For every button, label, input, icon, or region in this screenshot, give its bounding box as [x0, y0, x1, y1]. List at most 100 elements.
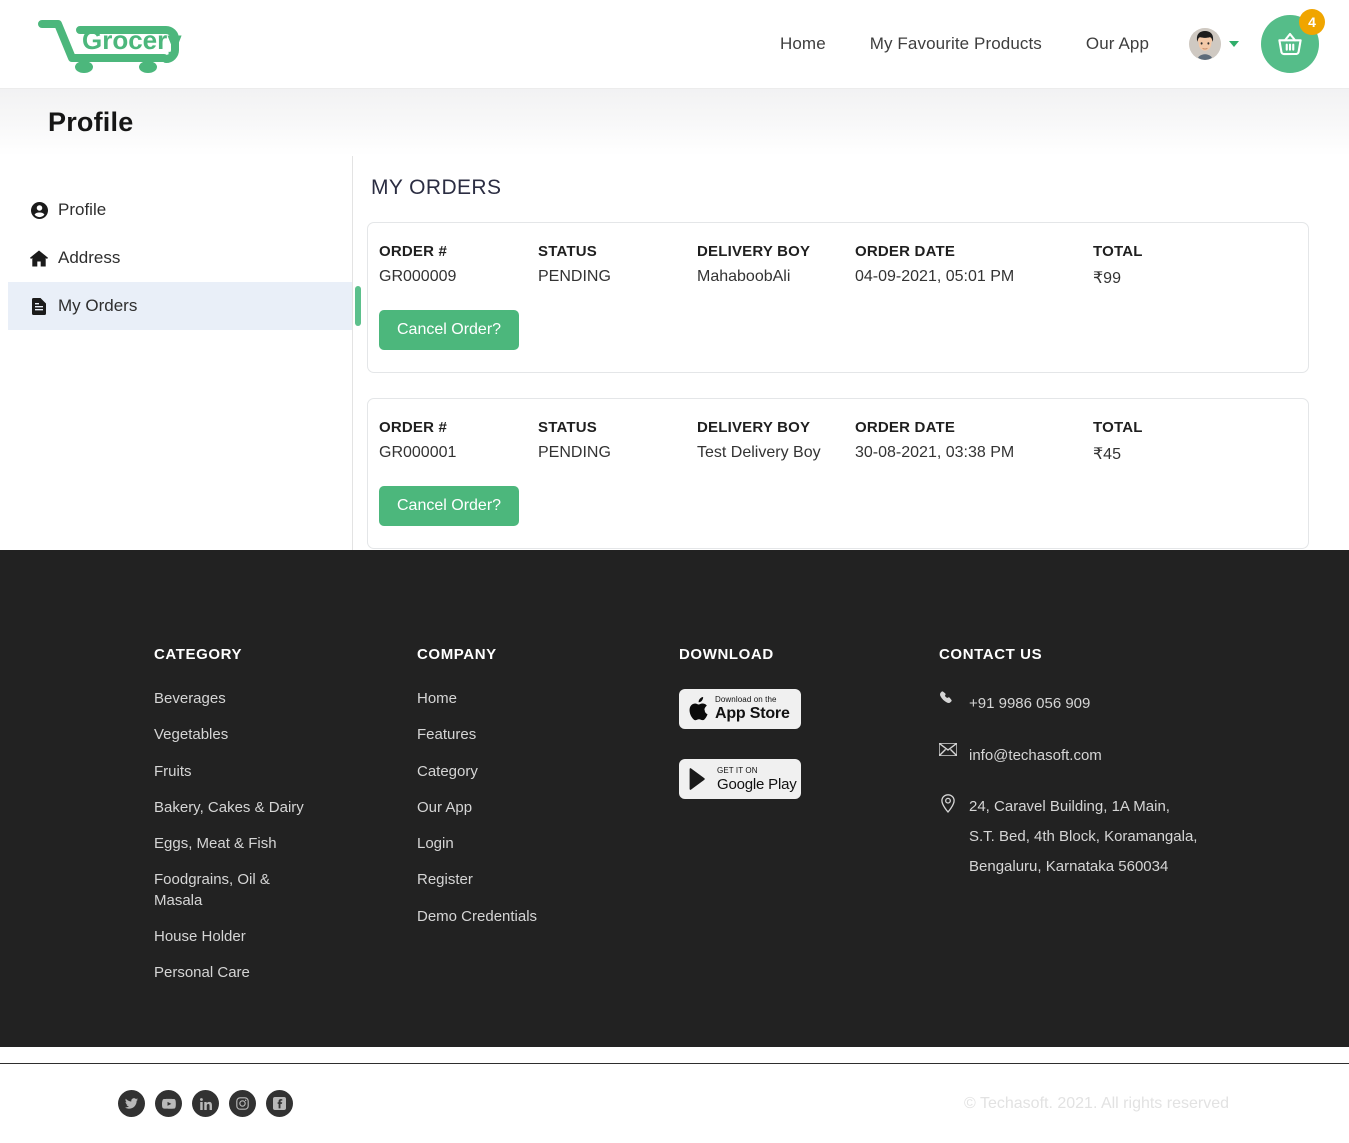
footer-link-vegetables[interactable]: Vegetables: [154, 725, 417, 745]
sidebar-item-profile[interactable]: Profile: [8, 186, 352, 234]
status-value: PENDING: [538, 444, 611, 461]
avatar: [1189, 28, 1221, 60]
google-play-badge-big-text: Google Play: [717, 775, 797, 793]
instagram-icon[interactable]: [229, 1090, 256, 1118]
nav-item-home[interactable]: Home: [758, 34, 848, 54]
main-content: Profile Address My Orders MY ORDERS ORDE…: [0, 156, 1349, 550]
contact-address-value: 24, Caravel Building, 1A Main, S.T. Bed,…: [969, 792, 1197, 881]
address-line-2: S.T. Bed, 4th Block, Koramangala,: [969, 828, 1198, 846]
footer-heading-download: DOWNLOAD: [679, 646, 774, 663]
app-store-badge-big-text: App Store: [715, 705, 790, 722]
footer-bottom-bar: © Techasoft. 2021. All rights reserved: [0, 1063, 1349, 1143]
footer-link-register[interactable]: Register: [417, 870, 679, 890]
contact-email-row[interactable]: info@techasoft.com: [939, 741, 1299, 771]
app-store-badge-small-text: Download on the: [715, 695, 777, 704]
social-links: [118, 1090, 293, 1118]
footer-link-personal-care[interactable]: Personal Care: [154, 963, 417, 983]
column-header-order-no: ORDER #: [379, 419, 448, 436]
cart-count-badge: 4: [1299, 9, 1325, 35]
footer-company-column: COMPANY Home Features Category Our App L…: [417, 646, 679, 999]
facebook-icon[interactable]: [266, 1090, 293, 1118]
top-navbar: Grocery Home My Favourite Products Our A…: [0, 0, 1349, 88]
chevron-down-icon[interactable]: [1229, 41, 1239, 47]
footer-link-house-holder[interactable]: House Holder: [154, 927, 417, 947]
footer-link-demo-credentials[interactable]: Demo Credentials: [417, 907, 679, 927]
delivery-boy-value: Test Delivery Boy: [697, 444, 821, 461]
footer-link-fruits[interactable]: Fruits: [154, 762, 417, 782]
column-header-status: STATUS: [538, 419, 597, 436]
order-date-value: 30-08-2021, 03:38 PM: [855, 444, 1015, 461]
footer-link-category[interactable]: Category: [417, 762, 679, 782]
file-text-icon: [30, 297, 48, 315]
total-value: ₹45: [1093, 446, 1121, 463]
nav-item-our-app[interactable]: Our App: [1064, 34, 1171, 54]
cancel-order-button[interactable]: Cancel Order?: [379, 486, 520, 526]
footer-link-our-app[interactable]: Our App: [417, 798, 679, 818]
location-pin-icon: [939, 792, 957, 814]
column-header-status: STATUS: [538, 243, 597, 260]
column-header-order-date: ORDER DATE: [855, 243, 956, 260]
footer-heading-contact: CONTACT US: [939, 646, 1043, 663]
footer-contact-column: CONTACT US +91 9986 056 909 info@techaso…: [939, 646, 1299, 999]
user-circle-icon: [30, 201, 48, 219]
user-menu[interactable]: [1171, 28, 1239, 60]
column-header-delivery-boy: DELIVERY BOY: [697, 419, 811, 436]
footer-download-column: DOWNLOAD Download on the App Store GET I…: [679, 646, 939, 999]
cart-button[interactable]: 4: [1261, 9, 1325, 73]
order-date-value: 04-09-2021, 05:01 PM: [855, 268, 1015, 285]
grocery-cart-logo-icon: Grocery: [38, 20, 182, 73]
order-no-value: GR000009: [379, 268, 457, 285]
column-header-order-no: ORDER #: [379, 243, 448, 260]
contact-email-value: info@techasoft.com: [969, 746, 1102, 764]
profile-sidebar: Profile Address My Orders: [0, 156, 361, 550]
footer-heading-category: CATEGORY: [154, 646, 243, 663]
google-play-badge-small-text: GET IT ON: [717, 765, 758, 775]
sidebar-item-label: My Orders: [58, 296, 138, 315]
apple-logo-icon: [689, 697, 708, 721]
column-header-total: TOTAL: [1093, 243, 1143, 260]
cancel-order-button[interactable]: Cancel Order?: [379, 310, 520, 350]
site-logo[interactable]: Grocery: [36, 14, 194, 74]
contact-phone-row[interactable]: +91 9986 056 909: [939, 689, 1299, 719]
shopping-basket-icon: [1278, 32, 1302, 56]
page-title: Profile: [48, 107, 134, 137]
footer-link-features[interactable]: Features: [417, 725, 679, 745]
site-footer: CATEGORY Beverages Vegetables Fruits Bak…: [0, 550, 1349, 1118]
footer-link-beverages[interactable]: Beverages: [154, 689, 417, 709]
sidebar-item-label: Profile: [58, 200, 107, 219]
footer-link-bakery-cakes-dairy[interactable]: Bakery, Cakes & Dairy: [154, 798, 417, 818]
sidebar-item-my-orders[interactable]: My Orders: [8, 282, 361, 330]
avatar-image-icon: [1189, 28, 1221, 60]
contact-phone-value: +91 9986 056 909: [969, 695, 1091, 712]
order-card: ORDER # GR000009 STATUS PENDING DELIVERY…: [367, 222, 1309, 373]
footer-heading-company: COMPANY: [417, 646, 497, 663]
footer-link-eggs-meat-fish[interactable]: Eggs, Meat & Fish: [154, 834, 417, 854]
home-icon: [30, 249, 48, 267]
sidebar-item-address[interactable]: Address: [8, 234, 352, 282]
column-header-order-date: ORDER DATE: [855, 419, 956, 436]
nav-links: Home My Favourite Products Our App 4: [758, 9, 1325, 73]
envelope-icon: [939, 741, 957, 756]
youtube-icon[interactable]: [155, 1090, 182, 1118]
logo-text: Grocery: [82, 25, 182, 55]
contact-address-row: 24, Caravel Building, 1A Main, S.T. Bed,…: [939, 792, 1299, 881]
google-play-badge[interactable]: GET IT ON Google Play: [679, 759, 801, 799]
google-play-logo-icon: [689, 768, 705, 790]
footer-link-foodgrains-oil-masala[interactable]: Foodgrains, Oil & Masala: [154, 870, 284, 911]
linkedin-icon[interactable]: [192, 1090, 219, 1118]
app-store-badge[interactable]: Download on the App Store: [679, 689, 801, 729]
page-header: Profile: [0, 88, 1349, 156]
footer-link-login[interactable]: Login: [417, 834, 679, 854]
order-no-value: GR000001: [379, 444, 457, 461]
twitter-icon[interactable]: [118, 1090, 145, 1118]
orders-panel: MY ORDERS ORDER # GR000009 STATUS PENDIN…: [353, 156, 1309, 550]
nav-item-my-favourite-products[interactable]: My Favourite Products: [848, 34, 1064, 54]
total-value: ₹99: [1093, 270, 1121, 287]
copyright-text: © Techasoft. 2021. All rights reserved: [964, 1094, 1229, 1112]
order-card: ORDER # GR000001 STATUS PENDING DELIVERY…: [367, 398, 1309, 549]
delivery-boy-value: MahaboobAli: [697, 268, 791, 285]
section-title: MY ORDERS: [371, 176, 502, 199]
address-line-1: 24, Caravel Building, 1A Main,: [969, 798, 1170, 816]
sidebar-item-label: Address: [58, 248, 121, 267]
footer-link-home[interactable]: Home: [417, 689, 679, 709]
